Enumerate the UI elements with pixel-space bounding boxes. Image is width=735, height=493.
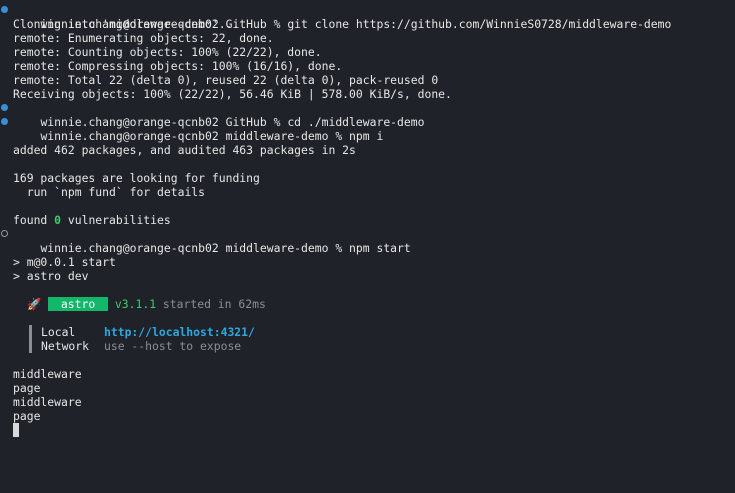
local-url-link[interactable]: http://localhost:4321/ [104,325,255,339]
terminal-line: winnie.chang@orange-qcnb02 middleware-de… [0,227,735,255]
terminal-line: winnie.chang@orange-qcnb02 GitHub % git … [0,3,735,31]
terminal-line: winnie.chang@orange-qcnb02 GitHub % cd .… [0,101,735,129]
terminal-line: 169 packages are looking for funding [13,171,260,185]
terminal-line: remote: Counting objects: 100% (22/22), … [13,45,322,59]
terminal-line: found 0 vulnerabilities [13,213,171,227]
astro-version: v3.1.1 [114,297,157,311]
terminal-line: page [13,409,41,423]
terminal-line: run `npm fund` for details [13,185,206,199]
terminal-line: > astro dev [13,269,89,283]
terminal-line: middleware [13,395,82,409]
terminal-line: remote: Compressing objects: 100% (16/16… [13,59,343,73]
network-server-line: Network use --host to expose [0,339,735,353]
prompt-line[interactable] [0,423,735,437]
terminal-line: remote: Total 22 (delta 0), reused 22 (d… [13,73,439,87]
command-mark-icon[interactable] [1,6,8,13]
command-mark-icon[interactable] [1,104,8,111]
terminal-line: page [13,381,41,395]
terminal-line: winnie.chang@orange-qcnb02 middleware-de… [0,115,735,143]
rocket-icon: 🚀 [27,297,42,311]
local-server-line: Local http://localhost:4321/ [0,325,735,339]
astro-badge: astro [48,297,109,311]
terminal-line: remote: Enumerating objects: 22, done. [13,31,274,45]
astro-banner: 🚀 astro v3.1.1 started in 62ms [27,297,266,311]
vulnerability-count: 0 [54,213,62,227]
terminal-line: middleware [13,367,82,381]
text-cursor [13,423,19,437]
terminal-line: > m@0.0.1 start [13,255,116,269]
command-mark-icon[interactable] [1,118,8,125]
command-mark-icon[interactable] [1,230,8,237]
terminal-line: added 462 packages, and audited 463 pack… [13,143,356,157]
terminal-line: Receiving objects: 100% (22/22), 56.46 K… [13,87,452,101]
terminal-window[interactable]: winnie.chang@orange-qcnb02 GitHub % git … [0,0,735,493]
terminal-line: Cloning into 'middleware-demo'... [13,17,240,31]
